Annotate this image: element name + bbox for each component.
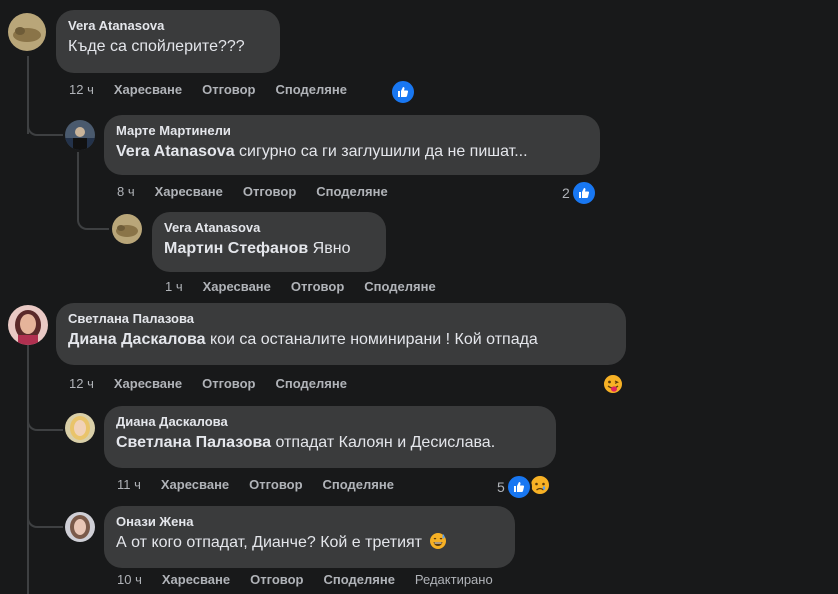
mention-link[interactable]: Мартин Стефанов	[164, 240, 308, 257]
comment-bubble: Онази Жена А от кого отпадат, Дианче? Ко…	[104, 506, 515, 568]
comment-body: Къде са спойлерите???	[68, 38, 245, 55]
comment-bubble: Марте Мартинели Vera Atanasova сигурно с…	[104, 115, 600, 175]
reactions[interactable]	[601, 372, 625, 399]
reply-button[interactable]: Отговор	[202, 376, 255, 391]
comment-actions: 8 ч Харесване Отговор Споделяне	[117, 184, 388, 199]
reply-button[interactable]: Отговор	[243, 184, 296, 199]
comment-author[interactable]: Vera Atanasova	[68, 18, 268, 34]
thumbs-up-icon	[505, 473, 532, 500]
share-button[interactable]: Споделяне	[316, 184, 387, 199]
avatar[interactable]	[8, 305, 48, 345]
grinning-sweat-emoji-icon	[429, 532, 447, 557]
reply-button[interactable]: Отговор	[202, 82, 255, 97]
avatar[interactable]	[112, 214, 142, 244]
comment-bubble: Vera Atanasova Мартин Стефанов Явно	[152, 212, 386, 272]
comment-time[interactable]: 12 ч	[69, 82, 94, 97]
avatar[interactable]	[65, 120, 95, 150]
comment-body: сигурно са ги заглушили да не пишат...	[234, 143, 528, 160]
comment-author[interactable]: Марте Мартинели	[116, 123, 588, 139]
comment-time[interactable]: 11 ч	[117, 477, 141, 492]
comment-text: Диана Даскалова кои са останалите номини…	[68, 329, 614, 351]
comment-body: А от кого отпадат, Дианче? Кой е третият	[116, 534, 422, 551]
thread-elbow	[27, 108, 63, 136]
share-button[interactable]: Споделяне	[276, 376, 347, 391]
reactions[interactable]: 5	[497, 473, 552, 500]
like-button[interactable]: Харесване	[162, 572, 230, 587]
avatar[interactable]	[8, 13, 46, 51]
comment-body: кои са останалите номинирани ! Кой отпад…	[205, 331, 538, 348]
share-button[interactable]: Споделяне	[276, 82, 347, 97]
comment-time[interactable]: 12 ч	[69, 376, 94, 391]
comment-time[interactable]: 8 ч	[117, 184, 135, 199]
comment-time[interactable]: 1 ч	[165, 279, 183, 294]
reactions[interactable]: 2	[562, 180, 597, 206]
thumbs-up-icon	[390, 79, 416, 105]
like-button[interactable]: Харесване	[114, 376, 182, 391]
reply-button[interactable]: Отговор	[250, 572, 303, 587]
comment-text: Къде са спойлерите???	[68, 36, 268, 58]
comment-actions: 11 ч Харесване Отговор Споделяне	[117, 477, 394, 492]
comment-actions: 12 ч Харесване Отговор Споделяне	[69, 376, 347, 391]
thread-line	[27, 345, 29, 594]
edited-label: Редактирано	[414, 572, 493, 587]
avatar[interactable]	[65, 512, 95, 542]
reply-button[interactable]: Отговор	[291, 279, 344, 294]
mention-link[interactable]: Светлана Палазова	[116, 434, 271, 451]
reply-button[interactable]: Отговор	[249, 477, 302, 492]
comment-text: Светлана Палазова отпадат Калоян и Десис…	[116, 432, 544, 454]
avatar[interactable]	[65, 413, 95, 443]
comment-text: А от кого отпадат, Дианче? Кой е третият	[116, 532, 503, 557]
comment-actions: 12 ч Харесване Отговор Споделяне	[69, 82, 347, 97]
reactions[interactable]	[390, 79, 416, 105]
comment-author[interactable]: Vera Atanasova	[164, 220, 374, 236]
comment-body: отпадат Калоян и Десислава.	[271, 434, 496, 451]
comment-author[interactable]: Онази Жена	[116, 514, 503, 530]
share-button[interactable]: Споделяне	[324, 572, 395, 587]
like-button[interactable]: Харесване	[161, 477, 229, 492]
comment-text: Vera Atanasova сигурно са ги заглушили д…	[116, 141, 588, 163]
mention-link[interactable]: Диана Даскалова	[68, 331, 206, 348]
tongue-emoji-icon	[601, 372, 625, 399]
thread-elbow	[77, 200, 109, 230]
comment-bubble: Диана Даскалова Светлана Палазова отпада…	[104, 406, 556, 468]
like-button[interactable]: Харесване	[155, 184, 223, 199]
like-button[interactable]: Харесване	[203, 279, 271, 294]
reaction-count: 5	[497, 478, 505, 495]
comment-body: Явно	[308, 240, 351, 257]
thread-elbow	[27, 500, 63, 528]
comment-text: Мартин Стефанов Явно	[164, 238, 374, 260]
share-button[interactable]: Споделяне	[323, 477, 394, 492]
reaction-count: 2	[562, 185, 570, 201]
comment-author[interactable]: Диана Даскалова	[116, 414, 544, 430]
mention-link[interactable]: Vera Atanasova	[116, 143, 235, 160]
like-button[interactable]: Харесване	[114, 82, 182, 97]
thumbs-up-icon	[570, 180, 597, 206]
comment-time[interactable]: 10 ч	[117, 572, 142, 587]
comment-actions: 10 ч Харесване Отговор Споделяне Редакти…	[117, 572, 493, 587]
comment-author[interactable]: Светлана Палазова	[68, 311, 614, 327]
comment-bubble: Vera Atanasova Къде са спойлерите???	[56, 10, 280, 73]
thread-elbow	[27, 403, 63, 431]
share-button[interactable]: Споделяне	[364, 279, 435, 294]
comment-bubble: Светлана Палазова Диана Даскалова кои са…	[56, 303, 626, 365]
comment-actions: 1 ч Харесване Отговор Споделяне	[165, 279, 436, 294]
